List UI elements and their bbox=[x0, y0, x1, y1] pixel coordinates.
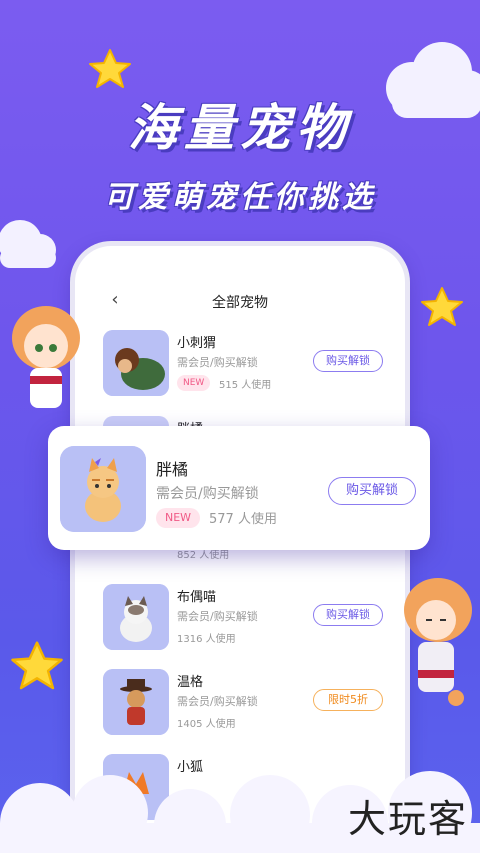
pet-users: 1316 人使用 bbox=[177, 634, 236, 645]
pet-users: 515 人使用 bbox=[219, 380, 272, 391]
pet-thumbnail-hedgehog bbox=[103, 330, 169, 396]
character-girl-right-illustration bbox=[404, 578, 472, 706]
pet-list-item[interactable]: 温格 需会员/购买解锁 1405 人使用 限时5折 bbox=[103, 669, 383, 749]
pet-thumbnail-wenge bbox=[103, 669, 169, 735]
pet-requirement: 需会员/购买解锁 bbox=[177, 695, 258, 708]
buy-unlock-button[interactable]: 购买解锁 bbox=[313, 350, 383, 372]
pet-name: 布偶喵 bbox=[177, 590, 217, 605]
pet-requirement: 需会员/购买解锁 bbox=[177, 356, 258, 369]
buy-unlock-button[interactable]: 购买解锁 bbox=[328, 477, 416, 505]
pet-requirement: 需会员/购买解锁 bbox=[177, 610, 258, 623]
subline: 可爱萌宠任你挑选 bbox=[104, 180, 376, 215]
featured-pet-requirement: 需会员/购买解锁 bbox=[156, 486, 259, 502]
character-girl-left-illustration bbox=[12, 306, 80, 408]
new-badge: NEW bbox=[156, 508, 201, 528]
star-icon bbox=[421, 287, 463, 326]
pet-list-item[interactable]: 小刺猬 需会员/购买解锁 NEW 515 人使用 购买解锁 bbox=[103, 330, 383, 410]
pet-name: 小刺猬 bbox=[177, 336, 217, 351]
screen-title: 全部宠物 bbox=[212, 295, 268, 311]
pet-thumbnail-orange-cat bbox=[60, 446, 146, 532]
star-icon bbox=[11, 641, 63, 690]
featured-pet-card[interactable]: 胖橘 需会员/购买解锁 NEW 577 人使用 购买解锁 bbox=[48, 426, 430, 550]
featured-pet-name: 胖橘 bbox=[156, 460, 189, 479]
headline: 海量宠物 bbox=[128, 99, 352, 157]
cloud-left bbox=[0, 220, 56, 268]
limited-sale-button[interactable]: 限时5折 bbox=[313, 689, 383, 711]
screen-header: ‹ 全部宠物 bbox=[75, 290, 405, 314]
featured-pet-users: 577 人使用 bbox=[209, 512, 277, 527]
new-badge: NEW bbox=[177, 375, 211, 391]
star-icon bbox=[89, 49, 131, 88]
pet-list-item[interactable]: 布偶喵 需会员/购买解锁 1316 人使用 购买解锁 bbox=[103, 584, 383, 664]
pet-thumbnail-ragdoll-cat bbox=[103, 584, 169, 650]
pet-name: 温格 bbox=[177, 675, 204, 690]
pet-users: 1405 人使用 bbox=[177, 719, 236, 730]
buy-unlock-button[interactable]: 购买解锁 bbox=[313, 604, 383, 626]
watermark: 大玩客 bbox=[347, 797, 468, 841]
